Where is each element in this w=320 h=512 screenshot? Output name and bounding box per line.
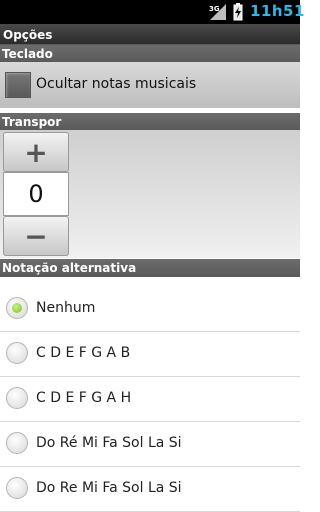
notation-option-2[interactable]: C D E F G A H [0,377,300,422]
section-header-keyboard: Teclado [0,45,300,63]
notation-option-1[interactable]: C D E F G A B [0,332,300,377]
transpose-plus-button[interactable]: + [3,132,69,172]
radio-unselected-icon[interactable] [6,432,28,454]
notation-option-label: C D E F G A B [36,345,131,361]
page-title: Opções [3,28,53,42]
notation-option-label: C D E F G A H [36,390,132,406]
radio-selected-icon[interactable] [6,297,28,319]
hide-notes-checkbox[interactable] [5,72,31,98]
battery-charging-icon [233,3,243,21]
transpose-value[interactable]: 0 [3,172,69,216]
status-clock: 11h51 [250,2,305,20]
notation-option-label: Do Re Mi Fa Sol La Si [36,480,182,496]
notation-option-label: Do Ré Mi Fa Sol La Si [36,435,182,451]
hide-notes-label: Ocultar notas musicais [36,76,197,92]
network-type-label: 3G [209,5,220,13]
notation-option-4[interactable]: Do Re Mi Fa Sol La Si [0,467,300,512]
notation-option-label: Nenhum [36,300,96,316]
transpose-stepper: + 0 − [3,132,69,256]
radio-unselected-icon[interactable] [6,342,28,364]
signal-icon: 3G [209,4,226,20]
status-bar: 3G 11h51 [0,0,304,24]
title-bar: Opções [0,24,300,45]
section-header-notation: Notação alternativa [0,259,300,277]
section-header-transpose: Transpor [0,113,300,131]
notation-option-3[interactable]: Do Ré Mi Fa Sol La Si [0,422,300,467]
radio-unselected-icon[interactable] [6,477,28,499]
notation-option-0[interactable]: Nenhum [0,287,300,332]
transpose-minus-button[interactable]: − [3,216,69,256]
radio-unselected-icon[interactable] [6,387,28,409]
